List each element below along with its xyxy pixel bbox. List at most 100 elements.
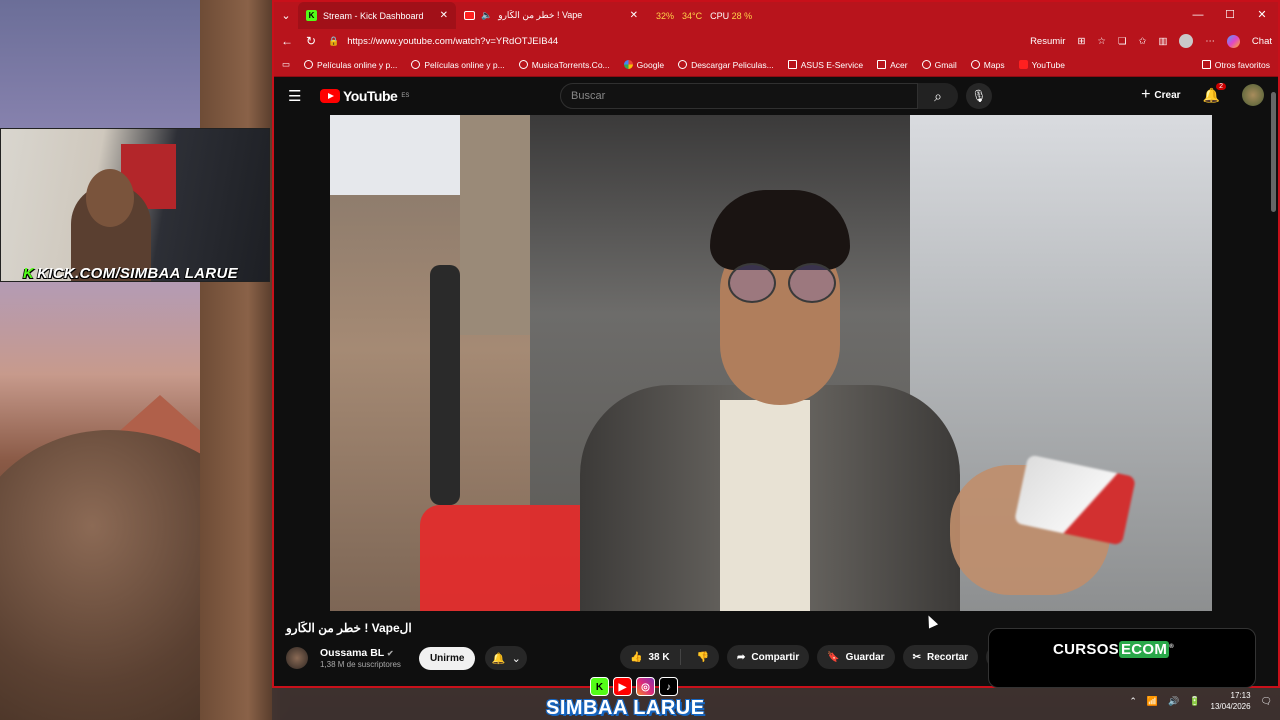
plus-icon: + bbox=[1141, 86, 1151, 103]
youtube-header: ☰ YouTube ES Buscar ⌕ 🎙 + Crear 🔔 2 bbox=[274, 77, 1278, 115]
search-input[interactable]: Buscar bbox=[560, 83, 918, 109]
wifi-icon[interactable]: 📶 bbox=[1147, 696, 1158, 707]
chat-button[interactable]: Chat bbox=[1252, 36, 1272, 47]
bookmarks-toggle-icon[interactable]: ▭ bbox=[282, 59, 290, 70]
collections-icon[interactable]: ❏ bbox=[1118, 36, 1127, 47]
globe-icon bbox=[678, 60, 688, 69]
google-icon bbox=[623, 60, 633, 69]
clip-button[interactable]: ✂ Recortar bbox=[902, 645, 979, 669]
tab-actions-chevron-icon[interactable]: ⌄ bbox=[274, 9, 298, 22]
bookmark-label: Descargar Peliculas... bbox=[691, 59, 774, 70]
tab-title: خطر من الكَارو ! Vape bbox=[498, 10, 583, 20]
microphone-icon[interactable]: 🎙 bbox=[966, 83, 992, 109]
lock-icon[interactable]: 🔒 bbox=[328, 36, 339, 47]
cpu-usage: CPU 28 % bbox=[710, 11, 752, 21]
subscriber-count: 1,38 M de suscriptores bbox=[320, 660, 401, 669]
page-scrollbar[interactable] bbox=[1271, 92, 1276, 212]
back-icon[interactable]: ← bbox=[280, 34, 294, 48]
thumbs-up-icon: 👍 bbox=[630, 651, 643, 663]
like-count: 38 K bbox=[648, 651, 670, 663]
channel-name-text: Oussama BL bbox=[320, 647, 384, 659]
chevron-up-icon[interactable]: ⌃ bbox=[1129, 696, 1137, 707]
channel-name[interactable]: Oussama BL ✔ bbox=[320, 647, 401, 659]
tab-title: Stream - Kick Dashboard bbox=[323, 10, 424, 21]
browser-window: ⌄ K Stream - Kick Dashboard ✕ 🔈 خطر من ا… bbox=[272, 0, 1280, 688]
join-button[interactable]: Unirme bbox=[418, 646, 476, 670]
notifications-icon[interactable]: 🗨 bbox=[1261, 696, 1272, 707]
bookmark-label: Películas online y p... bbox=[317, 59, 398, 70]
speaker-icon[interactable]: 🔈 bbox=[481, 10, 492, 21]
subscription-bell-button[interactable]: 🔔 ⌄ bbox=[485, 646, 528, 670]
notifications-bell-icon[interactable]: 🔔 2 bbox=[1203, 82, 1226, 104]
split-screen-icon[interactable]: ▥ bbox=[1158, 36, 1167, 47]
more-menu-icon[interactable]: ⋯ bbox=[1205, 36, 1215, 47]
favorite-star-icon[interactable]: ☆ bbox=[1097, 36, 1106, 47]
folder-icon bbox=[877, 60, 887, 69]
bookmark-item[interactable]: Películas online y p... bbox=[304, 60, 397, 70]
bookmark-item[interactable]: ASUS E-Service bbox=[787, 60, 863, 70]
clock-date: 13/04/2026 bbox=[1210, 702, 1251, 711]
bookmark-label: Películas online y p... bbox=[424, 59, 505, 70]
youtube-logo-text: YouTube bbox=[343, 88, 398, 104]
search-icon[interactable]: ⌕ bbox=[918, 83, 958, 109]
youtube-header-actions: + Crear 🔔 2 bbox=[1141, 82, 1264, 106]
dislike-button[interactable]: 👎 bbox=[687, 652, 719, 663]
minimize-icon[interactable]: — bbox=[1182, 2, 1214, 29]
cpu-label: CPU bbox=[710, 10, 730, 21]
close-tab-icon[interactable]: ✕ bbox=[630, 10, 638, 21]
profile-avatar[interactable] bbox=[1179, 34, 1194, 48]
channel-avatar[interactable] bbox=[286, 647, 308, 669]
save-button[interactable]: 🔖 Guardar bbox=[817, 645, 895, 669]
close-tab-icon[interactable]: ✕ bbox=[440, 10, 448, 21]
extensions-icon[interactable]: ⊞ bbox=[1077, 36, 1085, 47]
bookmark-label: Maps bbox=[983, 59, 1005, 70]
like-button[interactable]: 👍 38 K bbox=[620, 649, 681, 665]
gpu-usage: 32% bbox=[656, 10, 675, 21]
bookmark-item[interactable]: Gmail bbox=[921, 59, 957, 70]
bookmark-item[interactable]: Acer bbox=[877, 60, 908, 70]
folder-icon bbox=[1201, 60, 1211, 69]
youtube-icon bbox=[464, 11, 475, 20]
tab-bar: ⌄ K Stream - Kick Dashboard ✕ 🔈 خطر من ا… bbox=[274, 2, 1278, 29]
youtube-logo[interactable]: YouTube ES bbox=[320, 88, 409, 104]
bookmark-item[interactable]: Descargar Peliculas... bbox=[678, 60, 774, 70]
clock[interactable]: 17:13 13/04/2026 bbox=[1211, 690, 1251, 712]
window-controls: — ☐ ✕ bbox=[1182, 2, 1278, 29]
close-window-icon[interactable]: ✕ bbox=[1246, 2, 1278, 29]
bookmark-favicon-icon bbox=[304, 60, 314, 69]
bookmark-item[interactable]: Maps bbox=[970, 59, 1005, 70]
maximize-icon[interactable]: ☐ bbox=[1214, 2, 1246, 29]
create-button[interactable]: + Crear bbox=[1141, 86, 1180, 104]
ad-logo: CURSOS ECOM ® bbox=[1053, 641, 1174, 658]
bookmark-item[interactable]: Películas online y p... bbox=[411, 59, 505, 70]
youtube-play-icon bbox=[320, 89, 340, 103]
other-favorites[interactable]: Otros favoritos bbox=[1201, 60, 1270, 70]
verified-icon: ✔ bbox=[386, 649, 394, 658]
bookmark-item[interactable]: MusicaTorrents.Co... bbox=[518, 60, 610, 70]
volume-icon[interactable]: 🔊 bbox=[1168, 696, 1179, 707]
bookmark-item[interactable]: Google bbox=[623, 59, 665, 70]
chevron-down-icon: ⌄ bbox=[511, 652, 521, 665]
battery-icon[interactable]: 🔋 bbox=[1189, 696, 1200, 707]
tab-youtube[interactable]: 🔈 خطر من الكَارو ! Vape ✕ bbox=[456, 2, 646, 29]
ad-card[interactable]: CURSOS ECOM ® bbox=[988, 628, 1256, 688]
maps-icon bbox=[970, 60, 980, 69]
globe-icon bbox=[518, 60, 528, 69]
user-avatar[interactable] bbox=[1242, 84, 1264, 106]
video-player[interactable] bbox=[330, 115, 1212, 611]
copilot-icon[interactable] bbox=[1226, 34, 1240, 48]
bookmark-label: Gmail bbox=[934, 59, 957, 70]
youtube-icon: ▶ bbox=[613, 677, 632, 696]
bookmark-label: Google bbox=[636, 59, 665, 70]
favorites-icon[interactable]: ✩ bbox=[1138, 36, 1146, 47]
refresh-icon[interactable]: ↻ bbox=[304, 34, 318, 48]
tab-kick-dashboard[interactable]: K Stream - Kick Dashboard ✕ bbox=[298, 2, 456, 29]
bookmark-label: YouTube bbox=[1031, 59, 1065, 70]
resumir-button[interactable]: Resumir bbox=[1030, 36, 1065, 47]
tiktok-icon: ♪ bbox=[659, 677, 678, 696]
url-field[interactable]: 🔒 https://www.youtube.com/watch?v=YRdOTJ… bbox=[328, 36, 1020, 47]
hamburger-menu-icon[interactable]: ☰ bbox=[288, 87, 310, 105]
share-icon: ➦ bbox=[737, 651, 746, 663]
bookmark-item[interactable]: YouTube bbox=[1018, 59, 1065, 70]
share-button[interactable]: ➦ Compartir bbox=[727, 645, 810, 669]
